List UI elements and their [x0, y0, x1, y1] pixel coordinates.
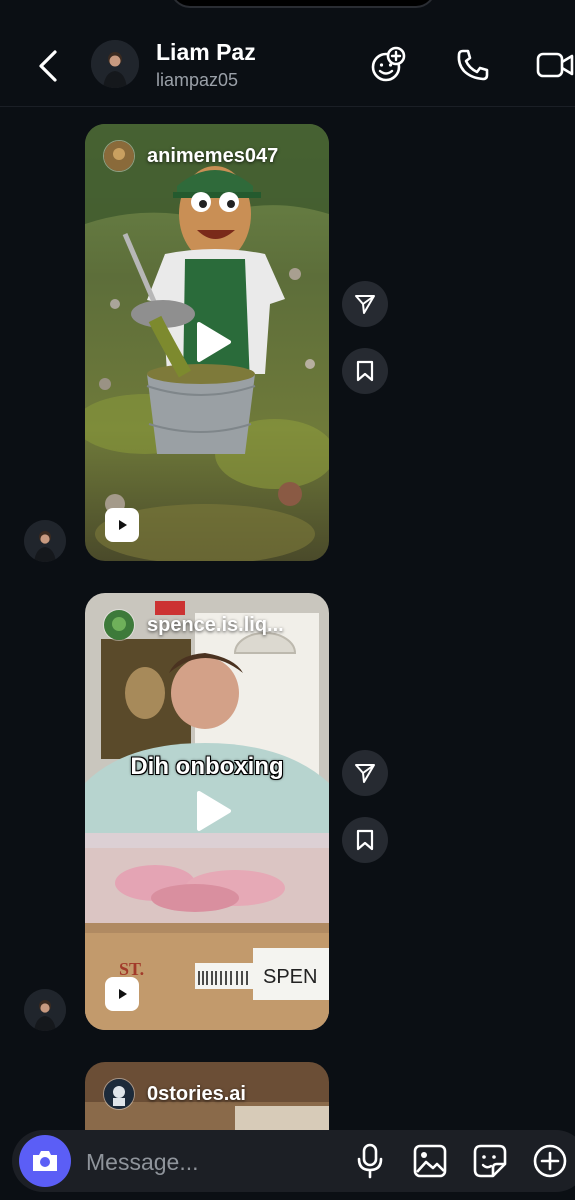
add-friend-face-icon [371, 46, 406, 82]
camera-icon [33, 1151, 57, 1171]
sender-avatar[interactable] [24, 520, 66, 562]
share-button[interactable] [342, 750, 388, 796]
reel-caption: Dih onboxing [130, 753, 284, 780]
back-button[interactable] [30, 44, 66, 88]
conversation-header: Liam Paz liampaz05 [0, 0, 575, 107]
video-camera-icon [536, 52, 574, 78]
save-button[interactable] [342, 817, 388, 863]
sticker-button[interactable] [470, 1141, 510, 1181]
owner-avatar [103, 1078, 135, 1110]
play-icon [197, 322, 231, 362]
gallery-button[interactable] [410, 1141, 450, 1181]
bookmark-icon [356, 829, 374, 851]
image-icon [413, 1144, 447, 1178]
video-call-button[interactable] [534, 44, 575, 86]
reel-owner[interactable]: 0stories.ai [103, 1078, 246, 1110]
contact-username[interactable]: liampaz05 [156, 70, 238, 91]
owner-avatar [103, 140, 135, 172]
more-options-button[interactable] [530, 1141, 570, 1181]
contact-avatar[interactable] [91, 40, 139, 88]
dm-thread-screen: Liam Paz liampaz05 animemes047 SPEN ST. … [0, 0, 575, 1200]
microphone-icon [357, 1143, 383, 1179]
svg-text:SPEN: SPEN [263, 966, 317, 988]
reels-icon [119, 520, 127, 530]
reel-badge [105, 508, 139, 542]
phone-icon [457, 49, 489, 81]
play-icon [197, 791, 231, 831]
send-icon [355, 295, 375, 314]
back-arrow-icon [39, 50, 57, 82]
add-friend-button[interactable] [368, 44, 410, 86]
shared-reel-card[interactable]: animemes047 [85, 124, 329, 561]
add-circle-icon [533, 1144, 567, 1178]
owner-avatar [103, 609, 135, 641]
owner-username: animemes047 [147, 144, 279, 167]
voice-message-button[interactable] [350, 1141, 390, 1181]
owner-username: 0stories.ai [147, 1082, 246, 1105]
send-icon [355, 764, 375, 783]
sender-avatar[interactable] [24, 989, 66, 1031]
call-button[interactable] [452, 44, 494, 86]
shared-reel-card[interactable]: SPEN ST. spence.is.liq... Dih onboxing [85, 593, 329, 1030]
owner-username: spence.is.liq... [147, 613, 284, 636]
reel-badge [105, 977, 139, 1011]
reel-owner[interactable]: animemes047 [103, 140, 278, 172]
message-input[interactable] [84, 1140, 338, 1184]
sticker-icon [473, 1144, 507, 1178]
contact-name[interactable]: Liam Paz [156, 39, 256, 66]
share-button[interactable] [342, 281, 388, 327]
reels-icon [119, 989, 127, 999]
message-composer [12, 1130, 575, 1192]
save-button[interactable] [342, 348, 388, 394]
bookmark-icon [356, 360, 374, 382]
svg-text:ST.: ST. [119, 959, 144, 979]
reel-owner[interactable]: spence.is.liq... [103, 609, 284, 641]
camera-button[interactable] [19, 1135, 71, 1187]
